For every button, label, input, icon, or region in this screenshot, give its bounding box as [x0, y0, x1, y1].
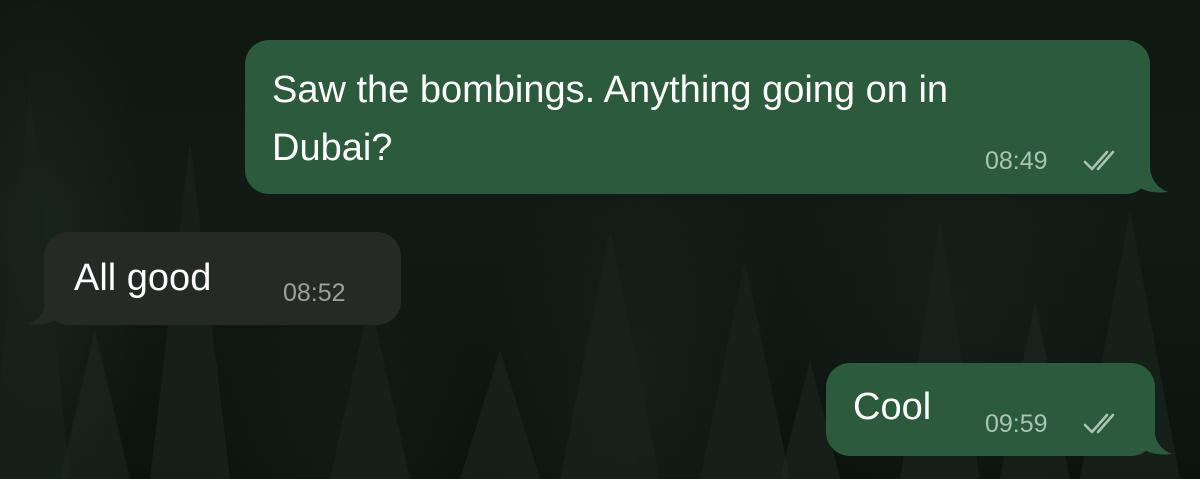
message-timestamp: 08:52 [283, 279, 346, 307]
message-text: Cool [853, 386, 932, 428]
outgoing-bubble-tail [1144, 430, 1172, 455]
message-text: All good [74, 257, 212, 299]
outgoing-bubble-tail [1140, 168, 1168, 193]
outgoing-message[interactable]: Cool 09:59 [826, 363, 1155, 456]
double-check-read-icon [1083, 150, 1115, 171]
incoming-message[interactable]: All good 08:52 [44, 232, 401, 325]
message-timestamp: 08:49 [985, 147, 1048, 175]
incoming-bubble-tail [28, 300, 56, 325]
message-text-line-1: Saw the bombings. Anything going on in [272, 69, 949, 111]
double-check-read-icon [1083, 413, 1115, 434]
message-timestamp: 09:59 [985, 410, 1048, 438]
outgoing-message[interactable]: Saw the bombings. Anything going on in D… [245, 40, 1150, 194]
message-text-line-2: Dubai? [272, 127, 393, 169]
